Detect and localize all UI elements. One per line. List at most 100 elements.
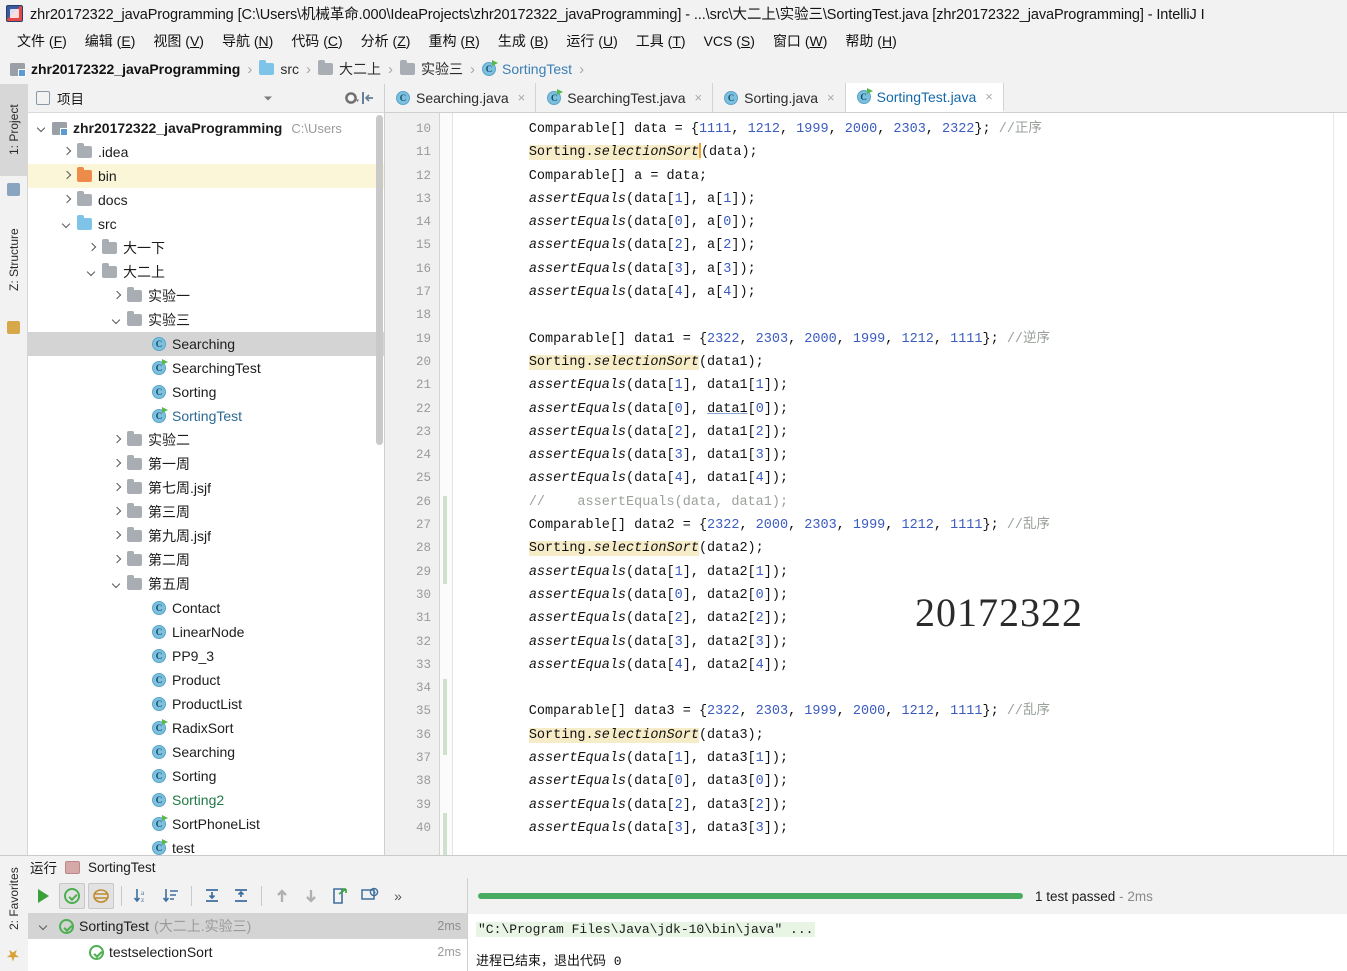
tree-node[interactable]: C ProductList — [28, 692, 384, 716]
console-output[interactable]: "C:\Program Files\Java\jdk-10\bin\java" … — [468, 914, 1347, 971]
editor-scrollbar[interactable] — [1333, 113, 1347, 855]
more-options-icon[interactable]: » — [385, 883, 411, 909]
code-line[interactable]: Comparable[] data3 = {2322, 2303, 1999, … — [464, 700, 1333, 723]
close-icon[interactable]: × — [695, 90, 703, 105]
chevron-down-icon[interactable] — [111, 578, 124, 591]
chevron-down-icon[interactable] — [61, 218, 74, 231]
tree-node[interactable]: C LinearNode — [28, 620, 384, 644]
code-line[interactable]: assertEquals(data[2], data1[2]); — [464, 421, 1333, 444]
chevron-down-icon[interactable] — [260, 90, 276, 106]
code-line[interactable]: Comparable[] data = {1111, 1212, 1999, 2… — [464, 118, 1333, 141]
editor-tab-searching-java[interactable]: C Searching.java × — [385, 83, 537, 112]
code-line[interactable]: assertEquals(data[2], data2[2]); — [464, 607, 1333, 630]
chevron-down-icon[interactable] — [36, 122, 49, 135]
code-line[interactable] — [464, 677, 1333, 700]
code-line[interactable]: Sorting.selectionSort (data); — [464, 141, 1333, 164]
tree-node[interactable]: C Contact — [28, 596, 384, 620]
tree-node[interactable]: C SortPhoneList — [28, 812, 384, 836]
tree-node[interactable]: .idea — [28, 140, 384, 164]
menu-item-tools[interactable]: 工具 (T) — [627, 29, 695, 53]
breadcrumb[interactable]: zhr20172322_javaProgramming › src › 大二上 … — [0, 54, 1347, 84]
sidebar-item-project[interactable]: 1: Project — [0, 84, 28, 176]
code-line[interactable]: assertEquals(data[4], data1[4]); — [464, 467, 1333, 490]
tree-node[interactable]: 第一周 — [28, 452, 384, 476]
close-icon[interactable]: × — [518, 90, 526, 105]
code-line[interactable]: assertEquals(data[1], data1[1]); — [464, 374, 1333, 397]
tree-node[interactable]: C RadixSort — [28, 716, 384, 740]
chevron-right-icon[interactable] — [111, 506, 124, 519]
menu-item-edit[interactable]: 编辑 (E) — [76, 29, 145, 53]
code-line[interactable]: assertEquals(data[0], data3[0]); — [464, 770, 1333, 793]
gear-icon[interactable] — [344, 90, 360, 106]
tree-node[interactable]: 实验一 — [28, 284, 384, 308]
editor-tab-sortingtest-java[interactable]: C SortingTest.java × — [845, 83, 1004, 112]
code-line[interactable]: // assertEquals(data, data1); — [464, 491, 1333, 514]
tree-node[interactable]: bin — [28, 164, 384, 188]
sort-alphabetically-icon[interactable]: az — [129, 883, 155, 909]
test-tree[interactable]: SortingTest (大二上.实验三) 2ms testselectionSor… — [28, 913, 467, 971]
tree-node[interactable]: src — [28, 212, 384, 236]
tree-node[interactable]: C SortingTest — [28, 404, 384, 428]
toggle-passed-tests-icon[interactable] — [59, 882, 85, 909]
menu-item-refactor[interactable]: 重构 (R) — [419, 29, 488, 53]
editor-tab-bar[interactable]: C Searching.java × C SearchingTest.java × C Sor… — [385, 83, 1347, 113]
tree-node[interactable]: C Sorting2 — [28, 788, 384, 812]
tree-node[interactable]: 大二上 — [28, 260, 384, 284]
expand-all-icon[interactable] — [199, 883, 225, 909]
chevron-right-icon[interactable] — [61, 194, 74, 207]
chevron-right-icon[interactable] — [111, 530, 124, 543]
export-results-icon[interactable] — [327, 883, 353, 909]
tree-node[interactable]: 第九周.jsjf — [28, 524, 384, 548]
tree-node[interactable]: 实验二 — [28, 428, 384, 452]
sidebar-item-structure[interactable]: Z: Structure — [0, 206, 28, 314]
code-line[interactable]: assertEquals(data[0], a[0]); — [464, 211, 1333, 234]
tree-node[interactable]: 第三周 — [28, 500, 384, 524]
sort-by-duration-icon[interactable] — [158, 883, 184, 909]
code-line[interactable] — [464, 304, 1333, 327]
chevron-right-icon[interactable] — [86, 242, 99, 255]
code-folding-strip[interactable] — [440, 113, 453, 855]
chevron-right-icon[interactable] — [111, 482, 124, 495]
menu-item-analyze[interactable]: 分析 (Z) — [352, 29, 420, 53]
editor-viewport[interactable]: 10 11 12 13 14 15 16 17 18 19 20 21 22 23 24 25 26 27 28 29… — [385, 113, 1347, 855]
tree-node[interactable]: C Sorting — [28, 764, 384, 788]
code-line[interactable]: assertEquals(data[0], data1[0]); — [464, 398, 1333, 421]
editor-tab-searchingtest-java[interactable]: C SearchingTest.java × — [536, 83, 714, 112]
chevron-right-icon[interactable] — [111, 458, 124, 471]
code-line[interactable]: Comparable[] data2 = {2322, 2000, 2303, … — [464, 514, 1333, 537]
code-line[interactable]: Sorting.selectionSort(data2); — [464, 537, 1333, 560]
code-line[interactable]: Sorting.selectionSort(data3); — [464, 724, 1333, 747]
chevron-right-icon[interactable] — [111, 290, 124, 303]
chevron-right-icon[interactable] — [111, 554, 124, 567]
tree-node[interactable]: 第五周 — [28, 572, 384, 596]
breadcrumb-item-folder1[interactable]: 大二上 — [318, 59, 381, 79]
sidebar-item-favorites[interactable]: 2: Favorites — [0, 856, 28, 942]
test-tree-row[interactable]: SortingTest (大二上.实验三) 2ms — [28, 913, 467, 939]
code-content[interactable]: 20172322 Comparable[] data = {1111, 1212… — [453, 113, 1333, 855]
tree-node[interactable]: C SearchingTest — [28, 356, 384, 380]
test-toolbar[interactable]: az » — [28, 878, 467, 913]
tree-node[interactable]: C Product — [28, 668, 384, 692]
chevron-down-icon[interactable] — [38, 920, 51, 933]
menu-item-view[interactable]: 视图 (V) — [144, 29, 213, 53]
breadcrumb-item-src[interactable]: src — [259, 60, 299, 77]
close-icon[interactable]: × — [827, 90, 835, 105]
tree-node[interactable]: docs — [28, 188, 384, 212]
code-line[interactable]: assertEquals(data[3], data3[3]); — [464, 817, 1333, 840]
code-line[interactable]: assertEquals(data[1], a[1]); — [464, 188, 1333, 211]
chevron-down-icon[interactable] — [86, 266, 99, 279]
code-line[interactable]: Comparable[] a = data; — [464, 165, 1333, 188]
code-line[interactable]: Comparable[] data1 = {2322, 2303, 2000, … — [464, 328, 1333, 351]
tree-node[interactable]: C Sorting — [28, 380, 384, 404]
tree-node[interactable]: 实验三 — [28, 308, 384, 332]
code-line[interactable]: assertEquals(data[0], data2[0]); — [464, 584, 1333, 607]
chevron-right-icon[interactable] — [61, 170, 74, 183]
close-icon[interactable]: × — [985, 89, 993, 104]
menu-item-help[interactable]: 帮助 (H) — [836, 29, 905, 53]
tree-node[interactable]: 第二周 — [28, 548, 384, 572]
test-tree-row[interactable]: testselectionSort 2ms — [28, 939, 467, 965]
menu-item-navigate[interactable]: 导航 (N) — [213, 29, 282, 53]
test-history-icon[interactable] — [356, 883, 382, 909]
hide-ignored-icon[interactable] — [88, 882, 114, 909]
code-line[interactable]: assertEquals(data[3], a[3]); — [464, 258, 1333, 281]
